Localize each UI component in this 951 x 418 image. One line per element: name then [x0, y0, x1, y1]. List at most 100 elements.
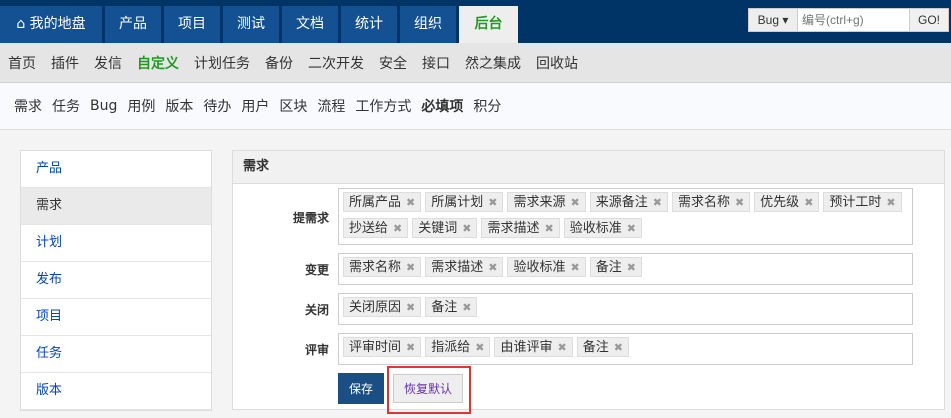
- module-nav-item[interactable]: 流程: [317, 96, 345, 116]
- field-picker[interactable]: 所属产品 ✖ 所属计划 ✖ 需求来源 ✖ 来源备注 ✖ 需求名称 ✖ 优先级 ✖ 预计工时 ✖ 抄送给 ✖ 关键…: [338, 188, 913, 245]
- module-nav-item[interactable]: 用例: [127, 96, 155, 116]
- top-tab[interactable]: 组织: [400, 6, 456, 43]
- subnav-item[interactable]: 备份: [265, 53, 293, 73]
- remove-icon[interactable]: ✖: [557, 338, 566, 356]
- module-nav-item[interactable]: 区块: [279, 96, 307, 116]
- chip-label: 备注: [595, 260, 622, 275]
- search-type-dropdown[interactable]: Bug ▾: [749, 9, 797, 31]
- subnav-item[interactable]: 发信: [94, 53, 122, 73]
- subnav-item[interactable]: 自定义: [137, 53, 179, 73]
- subnav-item[interactable]: 安全: [379, 53, 407, 73]
- remove-icon[interactable]: ✖: [653, 193, 662, 211]
- field-chip: 需求描述 ✖: [425, 257, 504, 277]
- subnav-item[interactable]: 插件: [51, 53, 79, 73]
- remove-icon[interactable]: ✖: [627, 219, 636, 237]
- sidebar-item[interactable]: 产品: [21, 151, 211, 188]
- module-nav-item[interactable]: 必填项: [421, 96, 463, 116]
- remove-icon[interactable]: ✖: [735, 193, 744, 211]
- field-chip: 验收标准 ✖: [563, 218, 642, 238]
- remove-icon[interactable]: ✖: [406, 193, 415, 211]
- search-bar: Bug ▾ GO!: [748, 8, 949, 32]
- remove-icon[interactable]: ✖: [804, 193, 813, 211]
- top-tab[interactable]: 产品: [105, 6, 161, 43]
- restore-default-button[interactable]: 恢复默认: [393, 374, 463, 403]
- top-tab-label: 产品: [119, 16, 147, 32]
- subnav-item[interactable]: 接口: [422, 53, 450, 73]
- admin-subnav: 首页 插件 发信 自定义 计划任务 备份 二次开发 安全 接口 然之集成 回收站: [0, 43, 951, 83]
- field-chip: 需求描述 ✖: [481, 218, 560, 238]
- chip-label: 指派给: [431, 340, 471, 355]
- module-nav-item[interactable]: 版本: [165, 96, 193, 116]
- sidebar-item[interactable]: 版本: [21, 373, 211, 410]
- sidebar-item[interactable]: 发布: [21, 262, 211, 299]
- sidebar-item[interactable]: 计划: [21, 225, 211, 262]
- sidebar-item[interactable]: 需求: [21, 188, 211, 225]
- remove-icon[interactable]: ✖: [406, 338, 415, 356]
- sidebar: 产品 需求 计划 发布 项目 任务 版本: [20, 150, 212, 411]
- module-nav: 需求 任务 Bug 用例 版本 待办 用户 区块 流程 工作方式 必填项 积分: [0, 83, 951, 130]
- field-chip: 备注 ✖: [576, 337, 629, 357]
- field-picker[interactable]: 关闭原因 ✖ 备注 ✖: [338, 293, 913, 325]
- top-tab[interactable]: 后台: [459, 6, 518, 43]
- subnav-item[interactable]: 回收站: [536, 53, 578, 73]
- row-label: 变更: [304, 263, 329, 277]
- chip-label: 来源备注: [595, 195, 648, 210]
- top-tab[interactable]: 文档: [282, 6, 338, 43]
- top-tab[interactable]: 项目: [164, 6, 220, 43]
- chip-label: 优先级: [760, 195, 800, 210]
- chip-label: 预计工时: [829, 195, 882, 210]
- remove-icon[interactable]: ✖: [544, 219, 553, 237]
- remove-icon[interactable]: ✖: [475, 338, 484, 356]
- field-picker[interactable]: 需求名称 ✖ 需求描述 ✖ 验收标准 ✖ 备注 ✖: [338, 253, 913, 285]
- remove-icon[interactable]: ✖: [627, 258, 636, 276]
- module-nav-item[interactable]: Bug: [90, 98, 117, 114]
- sidebar-item[interactable]: 任务: [21, 336, 211, 373]
- subnav-item[interactable]: 首页: [8, 53, 36, 73]
- remove-icon[interactable]: ✖: [614, 338, 623, 356]
- module-nav-item[interactable]: 待办: [203, 96, 231, 116]
- remove-icon[interactable]: ✖: [488, 258, 497, 276]
- top-tab-label: 测试: [237, 16, 265, 32]
- top-tab-label: 统计: [355, 16, 383, 32]
- remove-icon[interactable]: ✖: [488, 193, 497, 211]
- field-chip: 所属计划 ✖: [425, 192, 504, 212]
- field-chip: 抄送给 ✖: [343, 218, 409, 238]
- remove-icon[interactable]: ✖: [406, 258, 415, 276]
- module-nav-item[interactable]: 用户: [241, 96, 269, 116]
- top-tab[interactable]: 统计: [341, 6, 397, 43]
- remove-icon[interactable]: ✖: [570, 258, 579, 276]
- sidebar-item[interactable]: 项目: [21, 299, 211, 336]
- remove-icon[interactable]: ✖: [462, 219, 471, 237]
- remove-icon[interactable]: ✖: [462, 298, 471, 316]
- top-tab-label: 后台: [474, 16, 503, 32]
- remove-icon[interactable]: ✖: [393, 219, 402, 237]
- search-input[interactable]: [797, 9, 910, 31]
- remove-icon[interactable]: ✖: [570, 193, 579, 211]
- go-button[interactable]: GO!: [910, 9, 948, 31]
- subnav-item[interactable]: 然之集成: [465, 53, 521, 73]
- field-chip: 关键词 ✖: [412, 218, 478, 238]
- field-chip: 备注 ✖: [589, 257, 642, 277]
- chip-label: 验收标准: [513, 260, 566, 275]
- top-tab[interactable]: 测试: [223, 6, 279, 43]
- field-picker[interactable]: 评审时间 ✖ 指派给 ✖ 由谁评审 ✖ 备注 ✖: [338, 333, 913, 365]
- module-nav-item[interactable]: 任务: [52, 96, 80, 116]
- subnav-item[interactable]: 计划任务: [194, 53, 250, 73]
- field-chip: 需求名称 ✖: [343, 257, 422, 277]
- module-nav-item[interactable]: 需求: [14, 96, 42, 116]
- row-label: 关闭: [304, 303, 329, 317]
- module-nav-item[interactable]: 积分: [473, 96, 501, 116]
- chip-label: 需求描述: [431, 260, 484, 275]
- save-button[interactable]: 保存: [338, 373, 384, 404]
- remove-icon[interactable]: ✖: [886, 193, 895, 211]
- field-chip: 备注 ✖: [425, 297, 478, 317]
- panel: 需求 提需求 所属产品 ✖ 所属计划 ✖ 需求来源 ✖ 来源备注 ✖ 需求名称 ✖ 优先级 ✖ 预计工时 ✖…: [232, 150, 945, 414]
- field-chip: 指派给 ✖: [425, 337, 491, 357]
- remove-icon[interactable]: ✖: [406, 298, 415, 316]
- field-chip: 关闭原因 ✖: [343, 297, 422, 317]
- chip-label: 需求描述: [487, 221, 540, 236]
- chip-label: 所属计划: [431, 195, 484, 210]
- module-nav-item[interactable]: 工作方式: [355, 96, 411, 116]
- top-tab[interactable]: ⌂ 我的地盘: [0, 6, 102, 43]
- subnav-item[interactable]: 二次开发: [308, 53, 364, 73]
